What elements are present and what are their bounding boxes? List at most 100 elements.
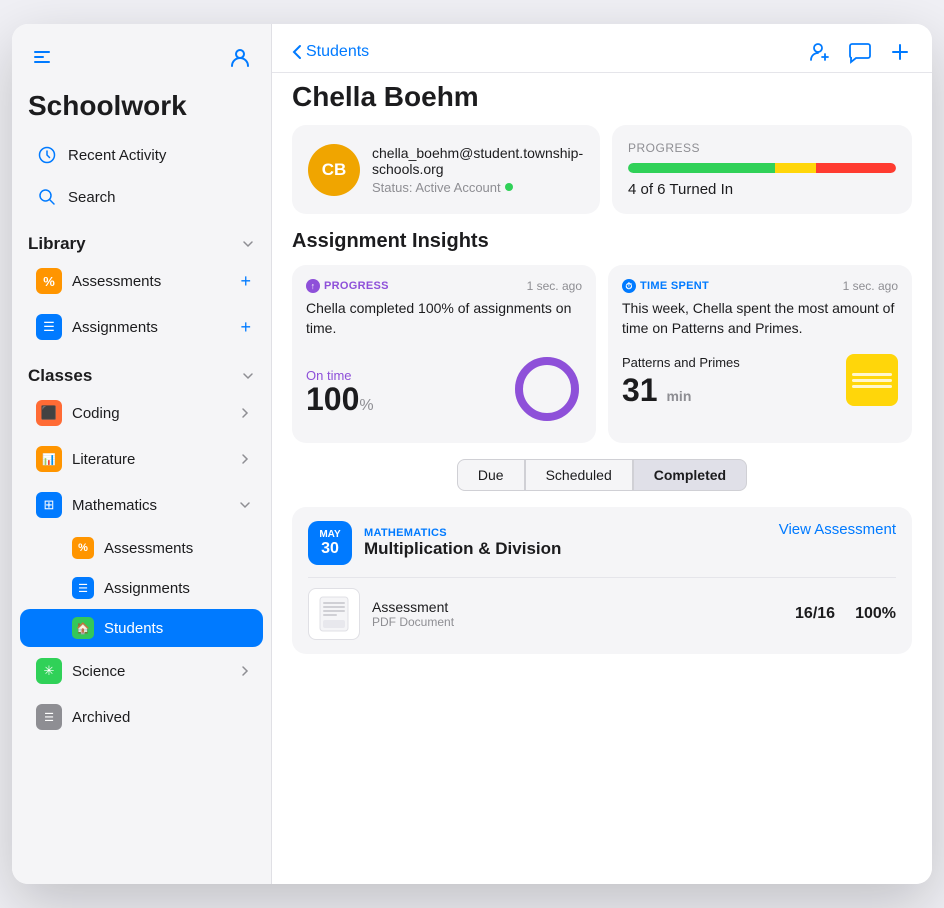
notebook-icon xyxy=(846,354,898,406)
archived-icon: ☰ xyxy=(36,704,62,730)
science-icon: ✳ xyxy=(36,658,62,684)
library-assessments-label: Assessments xyxy=(72,273,161,290)
message-button[interactable] xyxy=(848,40,872,64)
coding-chevron-icon xyxy=(239,407,251,419)
search-label: Search xyxy=(68,189,116,206)
assignment-date: MAY 30 xyxy=(308,521,352,565)
sidebar-item-math-assessments[interactable]: % Assessments xyxy=(20,529,263,567)
time-insight-card: ⏱ TIME SPENT 1 sec. ago This week, Chell… xyxy=(608,265,912,443)
assignment-class: MATHEMATICS xyxy=(364,527,561,539)
science-chevron-icon xyxy=(239,665,251,677)
sidebar-toggle-button[interactable] xyxy=(28,43,56,77)
avatar: CB xyxy=(308,144,360,196)
assessments-icon: % xyxy=(36,268,62,294)
add-student-button[interactable] xyxy=(808,40,832,64)
back-label: Students xyxy=(306,43,369,61)
time-desc: This week, Chella spent the most amount … xyxy=(622,299,898,338)
sidebar-item-coding[interactable]: ⬛ Coding xyxy=(20,391,263,435)
progress-bar-red xyxy=(816,163,896,173)
literature-label: Literature xyxy=(72,451,135,468)
add-assessment-button[interactable]: + xyxy=(240,271,251,292)
library-chevron-icon xyxy=(241,237,255,251)
doc-title: Assessment xyxy=(372,599,454,615)
status-badge: Status: Active Account xyxy=(372,180,584,195)
progress-desc: Chella completed 100% of assignments on … xyxy=(306,299,582,338)
sidebar-item-library-assignments[interactable]: ☰ Assignments + xyxy=(20,305,263,349)
progress-text: 4 of 6 Turned In xyxy=(628,181,896,198)
classes-chevron-icon xyxy=(241,369,255,383)
add-assignment-button[interactable]: + xyxy=(240,317,251,338)
tab-completed[interactable]: Completed xyxy=(633,459,747,491)
progress-bar xyxy=(628,163,896,173)
profile-info: chella_boehm@student.township-schools.or… xyxy=(372,145,584,195)
main-content: Students xyxy=(272,24,932,884)
profile-button[interactable] xyxy=(225,42,255,78)
library-assignments-label: Assignments xyxy=(72,319,158,336)
sidebar-item-recent-activity[interactable]: Recent Activity xyxy=(20,135,263,175)
back-button[interactable]: Students xyxy=(292,43,369,61)
progress-metric-left: On time 100% xyxy=(306,368,374,415)
sidebar-item-library-assessments[interactable]: % Assessments + xyxy=(20,259,263,303)
sidebar-item-mathematics[interactable]: ⊞ Mathematics xyxy=(20,483,263,527)
add-student-icon xyxy=(808,40,832,64)
archived-label: Archived xyxy=(72,709,130,726)
assignments-icon: ☰ xyxy=(36,314,62,340)
progress-badge-icon: ↑ xyxy=(306,279,320,293)
student-email: chella_boehm@student.township-schools.or… xyxy=(372,145,584,177)
sidebar-item-archived[interactable]: ☰ Archived xyxy=(20,695,263,739)
doc-score: 16/16 100% xyxy=(795,605,896,623)
mathematics-label: Mathematics xyxy=(72,497,157,514)
assignment-info: MATHEMATICS Multiplication & Division xyxy=(364,527,561,559)
message-icon xyxy=(848,40,872,64)
time-timestamp: 1 sec. ago xyxy=(843,279,898,293)
math-assignments-label: Assignments xyxy=(104,580,190,597)
assignment-card: MAY 30 MATHEMATICS Multiplication & Divi… xyxy=(292,507,912,654)
mathematics-icon: ⊞ xyxy=(36,492,62,518)
coding-icon: ⬛ xyxy=(36,400,62,426)
progress-card: PROGRESS 4 of 6 Turned In xyxy=(612,125,912,214)
math-assessments-label: Assessments xyxy=(104,540,193,557)
time-badge: ⏱ TIME SPENT xyxy=(622,279,709,293)
time-metric-left: Patterns and Primes 31 min xyxy=(622,355,740,406)
clock-icon xyxy=(36,144,58,166)
add-button[interactable] xyxy=(888,40,912,64)
literature-chevron-icon xyxy=(239,453,251,465)
view-assessment-button[interactable]: View Assessment xyxy=(779,521,896,538)
progress-metric: On time 100% xyxy=(306,354,582,429)
app-title: Schoolwork xyxy=(12,86,271,134)
insights-heading: Assignment Insights xyxy=(292,230,912,253)
progress-card-header: ↑ PROGRESS 1 sec. ago xyxy=(306,279,582,293)
tab-scheduled[interactable]: Scheduled xyxy=(525,459,633,491)
classes-section-header: Classes xyxy=(12,354,271,390)
progress-badge: ↑ PROGRESS xyxy=(306,279,389,293)
score-fraction: 16/16 xyxy=(795,605,835,623)
sidebar-item-literature[interactable]: 📊 Literature xyxy=(20,437,263,481)
status-dot xyxy=(505,183,513,191)
doc-type: PDF Document xyxy=(372,615,454,629)
progress-bar-green xyxy=(628,163,775,173)
assignment-details: Assessment PDF Document 16/16 100% xyxy=(308,588,896,640)
library-section-header: Library xyxy=(12,222,271,258)
donut-chart xyxy=(512,354,582,424)
search-icon xyxy=(36,186,58,208)
sidebar-item-math-assignments[interactable]: ☰ Assignments xyxy=(20,569,263,607)
sidebar-item-search[interactable]: Search xyxy=(20,177,263,217)
insights-cards: ↑ PROGRESS 1 sec. ago Chella completed 1… xyxy=(292,265,912,443)
header-actions xyxy=(808,40,912,64)
student-name: Chella Boehm xyxy=(272,73,932,125)
tab-due[interactable]: Due xyxy=(457,459,525,491)
math-students-icon: 🏠 xyxy=(72,617,94,639)
tab-bar: Due Scheduled Completed xyxy=(292,459,912,491)
app-window: Schoolwork Recent Activity Search Lib xyxy=(12,24,932,884)
time-card-header: ⏱ TIME SPENT 1 sec. ago xyxy=(622,279,898,293)
classes-title: Classes xyxy=(28,366,92,386)
date-month: MAY xyxy=(319,529,340,540)
sidebar-item-math-students[interactable]: 🏠 Students xyxy=(20,609,263,647)
score-percent: 100% xyxy=(855,605,896,623)
status-text: Status: Active Account xyxy=(372,180,501,195)
sidebar-item-science[interactable]: ✳ Science xyxy=(20,649,263,693)
back-chevron-icon xyxy=(292,44,302,60)
sidebar-top xyxy=(12,24,271,86)
literature-icon: 📊 xyxy=(36,446,62,472)
time-badge-text: TIME SPENT xyxy=(640,280,709,292)
